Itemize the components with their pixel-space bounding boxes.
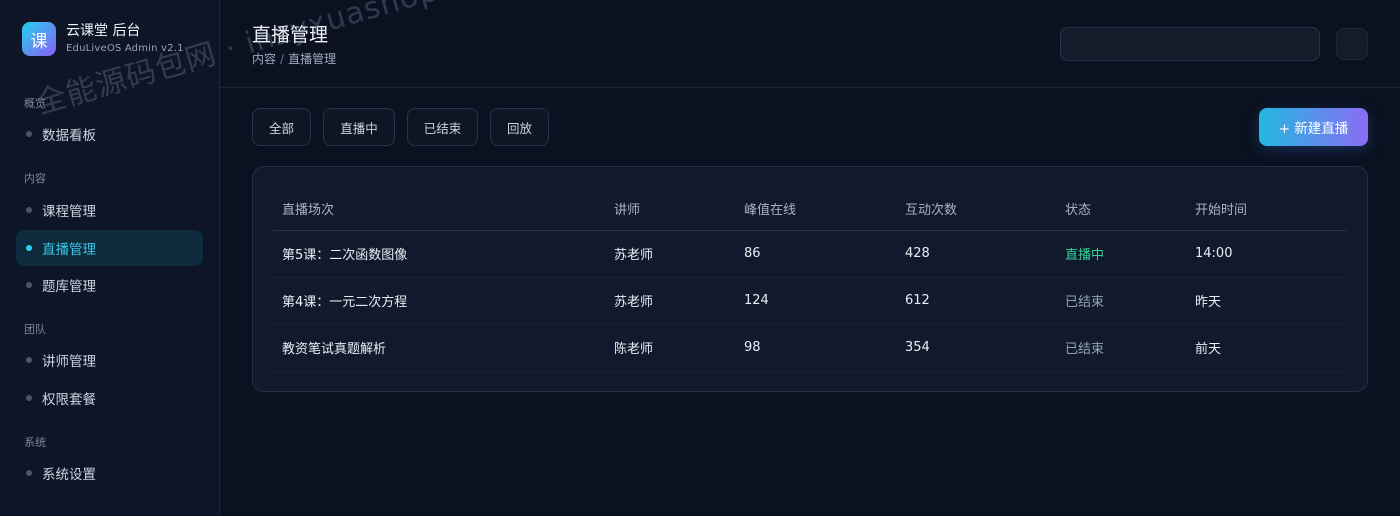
column-header-teacher[interactable]: 讲师 xyxy=(605,187,735,231)
bullet-icon xyxy=(26,282,32,288)
bullet-icon xyxy=(26,245,32,251)
sidebar-item-question-bank[interactable]: 题库管理 xyxy=(16,267,203,303)
cell-teacher: 陈老师 xyxy=(605,324,735,372)
cell-session: 第4课：一元二次方程 xyxy=(273,277,605,325)
column-header-session[interactable]: 直播场次 xyxy=(273,187,605,231)
status-badge: 已结束 xyxy=(1056,277,1186,325)
new-live-button[interactable]: + 新建直播 xyxy=(1259,108,1368,146)
sidebar-item-settings[interactable]: 系统设置 xyxy=(16,455,203,491)
sidebar-item-label: 课程管理 xyxy=(42,204,96,220)
bullet-icon xyxy=(26,357,32,363)
column-header-interactions[interactable]: 互动次数 xyxy=(896,187,1056,231)
table-row[interactable]: 第4课：一元二次方程 苏老师 124 612 已结束 昨天 xyxy=(273,277,1347,325)
cell-peak-online: 98 xyxy=(735,324,896,372)
nav-section-overview: 概览 xyxy=(24,97,46,110)
brand-subtitle: EduLiveOS Admin v2.1 xyxy=(66,43,184,54)
sidebar-item-label: 直播管理 xyxy=(42,242,96,258)
table-row[interactable]: 第5课：二次函数图像 苏老师 86 428 直播中 14:00 xyxy=(273,230,1347,278)
sidebar-item-label: 权限套餐 xyxy=(42,392,96,408)
sidebar: 课 云课堂 后台 EduLiveOS Admin v2.1 概览 数据看板 内容… xyxy=(0,0,220,516)
nav-section-system: 系统 xyxy=(24,436,46,449)
cell-session: 教资笔试真题解析 xyxy=(273,324,605,372)
cell-session: 第5课：二次函数图像 xyxy=(273,230,605,278)
sidebar-item-teachers[interactable]: 讲师管理 xyxy=(16,342,203,378)
cell-peak-online: 124 xyxy=(735,277,896,325)
sidebar-item-dashboard[interactable]: 数据看板 xyxy=(16,116,203,152)
status-badge: 直播中 xyxy=(1056,230,1186,278)
search-input[interactable] xyxy=(1060,27,1320,61)
filter-all[interactable]: 全部 xyxy=(252,108,311,146)
breadcrumb-item-current: 直播管理 xyxy=(288,52,337,66)
filter-live[interactable]: 直播中 xyxy=(323,108,395,146)
sidebar-item-courses[interactable]: 课程管理 xyxy=(16,192,203,228)
column-header-status[interactable]: 状态 xyxy=(1056,187,1186,231)
status-badge: 已结束 xyxy=(1056,324,1186,372)
page-title: 直播管理 xyxy=(252,24,329,46)
brand-name: 云课堂 后台 xyxy=(66,23,141,39)
cell-peak-online: 86 xyxy=(735,230,896,278)
bullet-icon xyxy=(26,131,32,137)
breadcrumb-item[interactable]: 内容 xyxy=(252,52,276,66)
sidebar-item-live[interactable]: 直播管理 xyxy=(16,230,203,266)
table-header-row: 直播场次 讲师 峰值在线 互动次数 状态 开始时间 xyxy=(273,187,1347,231)
cell-interactions: 428 xyxy=(896,230,1056,278)
table-row[interactable]: 教资笔试真题解析 陈老师 98 354 已结束 前天 xyxy=(273,324,1347,372)
cell-teacher: 苏老师 xyxy=(605,230,735,278)
breadcrumb-separator: / xyxy=(280,52,285,66)
sidebar-item-label: 系统设置 xyxy=(42,467,96,483)
column-header-start-time[interactable]: 开始时间 xyxy=(1186,187,1347,231)
topbar: 直播管理 内容 / 直播管理 xyxy=(220,0,1400,88)
filter-ended[interactable]: 已结束 xyxy=(407,108,478,146)
cell-teacher: 苏老师 xyxy=(605,277,735,325)
cell-interactions: 612 xyxy=(896,277,1056,325)
column-header-peak-online[interactable]: 峰值在线 xyxy=(735,187,896,231)
filter-replay[interactable]: 回放 xyxy=(490,108,549,146)
cell-interactions: 354 xyxy=(896,324,1056,372)
nav-section-team: 团队 xyxy=(24,323,46,336)
sidebar-item-permissions[interactable]: 权限套餐 xyxy=(16,380,203,416)
cell-start-time: 昨天 xyxy=(1186,277,1347,325)
brand: 课 云课堂 后台 EduLiveOS Admin v2.1 xyxy=(22,22,184,56)
breadcrumb: 内容 / 直播管理 xyxy=(252,50,336,67)
brand-logo-icon: 课 xyxy=(22,22,56,56)
live-sessions-table: 直播场次 讲师 峰值在线 互动次数 状态 开始时间 第5课：二次函数图像 苏老师… xyxy=(273,187,1347,372)
sidebar-item-label: 题库管理 xyxy=(42,279,96,295)
bullet-icon xyxy=(26,207,32,213)
live-table-card: 直播场次 讲师 峰值在线 互动次数 状态 开始时间 第5课：二次函数图像 苏老师… xyxy=(252,166,1368,392)
user-menu-button[interactable] xyxy=(1336,28,1368,60)
sidebar-item-label: 讲师管理 xyxy=(42,354,96,370)
cell-start-time: 14:00 xyxy=(1186,230,1347,278)
cell-start-time: 前天 xyxy=(1186,324,1347,372)
bullet-icon xyxy=(26,470,32,476)
nav-section-content: 内容 xyxy=(24,172,46,185)
bullet-icon xyxy=(26,395,32,401)
sidebar-item-label: 数据看板 xyxy=(42,128,96,144)
